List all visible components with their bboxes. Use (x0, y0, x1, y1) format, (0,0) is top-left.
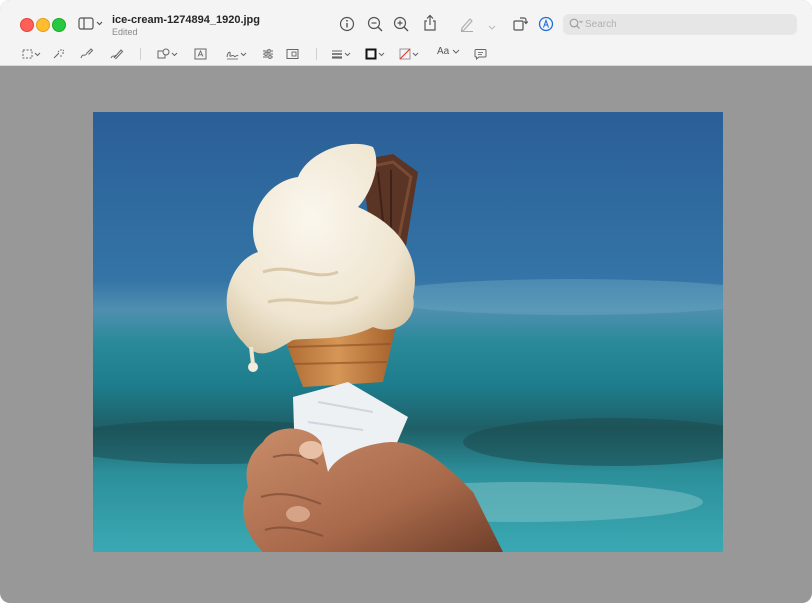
search-field[interactable] (563, 14, 797, 35)
search-input[interactable] (585, 16, 785, 32)
share-button[interactable] (422, 14, 438, 37)
sliders-icon (263, 49, 273, 59)
markup-circle-icon (538, 16, 554, 32)
resize-icon (286, 49, 299, 59)
draw-tool-button[interactable] (110, 47, 124, 65)
markup-pen-dropdown[interactable] (487, 19, 497, 37)
text-style-button[interactable]: Aa (437, 46, 461, 57)
adjust-color-button[interactable] (262, 47, 274, 65)
share-icon (424, 14, 436, 31)
zoom-in-icon (393, 16, 409, 32)
document-title[interactable]: ice-cream-1274894_1920.jpg (112, 14, 260, 26)
sign-tool-button[interactable] (226, 47, 248, 65)
draw-icon (110, 49, 124, 60)
document-status: Edited (112, 27, 138, 37)
sketch-icon (80, 48, 94, 59)
markup-toolbar-button[interactable] (538, 16, 554, 37)
preview-window: ice-cream-1274894_1920.jpg Edited Search… (0, 0, 812, 603)
shapes-tool-button[interactable] (157, 47, 179, 65)
sidebar-icon (78, 17, 103, 30)
chevron-down-icon (488, 25, 496, 30)
fill-color-button[interactable] (399, 47, 421, 65)
line-style-icon (332, 50, 351, 59)
toolbar-divider (140, 48, 141, 60)
rotate-button[interactable] (512, 15, 529, 36)
zoom-out-button[interactable] (367, 16, 383, 37)
info-icon (339, 16, 355, 32)
close-window-button[interactable] (20, 18, 34, 32)
pen-icon (460, 18, 473, 32)
image-canvas[interactable] (93, 112, 723, 552)
speech-bubble-icon (474, 49, 487, 61)
signature-icon (226, 51, 247, 60)
rotate-icon (513, 17, 529, 31)
text-tool-button[interactable] (194, 47, 207, 65)
ice-cream-photo (93, 112, 723, 552)
zoom-out-icon (367, 16, 383, 32)
markup-pen-button[interactable] (459, 16, 475, 37)
fill-color-icon (399, 48, 419, 60)
toolbar-divider (316, 48, 317, 60)
chevron-down-icon (452, 49, 460, 54)
title-bar: ice-cream-1274894_1920.jpg Edited (0, 0, 812, 44)
sketch-tool-button[interactable] (80, 47, 94, 65)
text-style-label: Aa (437, 46, 450, 57)
instant-alpha-button[interactable] (52, 47, 65, 65)
annotate-button[interactable] (474, 47, 487, 65)
selection-tool-button[interactable] (22, 47, 42, 65)
zoom-window-button[interactable] (52, 18, 66, 32)
border-color-button[interactable] (365, 47, 387, 65)
text-box-icon (194, 48, 207, 60)
rectangle-selection-icon (22, 49, 41, 59)
shapes-icon (157, 48, 178, 59)
search-icon (569, 18, 583, 29)
shape-style-button[interactable] (331, 47, 353, 65)
border-color-icon (365, 48, 385, 60)
magic-wand-icon (53, 49, 65, 59)
sidebar-toggle-button[interactable] (78, 17, 104, 36)
info-button[interactable] (339, 16, 355, 37)
adjust-size-button[interactable] (286, 47, 299, 65)
zoom-in-button[interactable] (393, 16, 409, 37)
minimize-window-button[interactable] (36, 18, 50, 32)
